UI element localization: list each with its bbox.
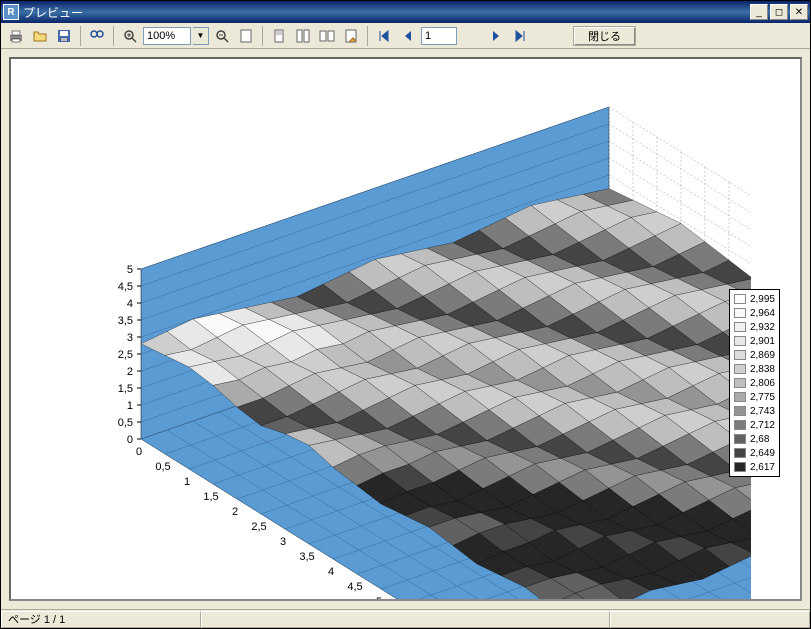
legend-label: 2,743: [750, 406, 775, 417]
svg-text:1,5: 1,5: [118, 383, 133, 395]
next-page-icon[interactable]: [485, 25, 507, 47]
content-area: 0 0,5 1 1,5 2 2,5 3 3,5 4 4,5 5 0 0,5 1 1,5 2 2,5 3 3,5 4 4,…: [1, 49, 810, 609]
legend-row: 2,901: [732, 334, 777, 348]
last-page-icon[interactable]: [509, 25, 531, 47]
legend-row: 2,838: [732, 362, 777, 376]
maximize-button[interactable]: ◻: [770, 4, 788, 20]
save-icon[interactable]: [53, 25, 75, 47]
find-icon[interactable]: [86, 25, 108, 47]
status-empty-1: [201, 611, 610, 628]
close-button[interactable]: 閉じる: [573, 26, 636, 46]
svg-text:2: 2: [127, 366, 133, 378]
page-input[interactable]: [421, 27, 457, 45]
legend-label: 2,68: [750, 434, 769, 445]
legend-label: 2,712: [750, 420, 775, 431]
legend-label: 2,775: [750, 392, 775, 403]
legend-swatch: [734, 350, 746, 360]
svg-text:5: 5: [127, 264, 133, 276]
svg-text:3,5: 3,5: [118, 315, 133, 327]
page-multi-icon[interactable]: [292, 25, 314, 47]
titlebar: R プレビュー _ ◻ ✕: [1, 1, 810, 23]
svg-text:1: 1: [184, 476, 190, 488]
svg-text:3: 3: [280, 536, 286, 548]
legend-row: 2,712: [732, 418, 777, 432]
legend-label: 2,901: [750, 336, 775, 347]
svg-text:0: 0: [127, 434, 133, 446]
zoom-input[interactable]: [143, 27, 191, 45]
legend-swatch: [734, 406, 746, 416]
legend-swatch: [734, 294, 746, 304]
fullpage-icon[interactable]: [235, 25, 257, 47]
svg-text:5: 5: [376, 596, 382, 599]
legend-swatch: [734, 420, 746, 430]
svg-text:1,5: 1,5: [203, 491, 218, 503]
legend-row: 2,932: [732, 320, 777, 334]
page-panel: 0 0,5 1 1,5 2 2,5 3 3,5 4 4,5 5 0 0,5 1 1,5 2 2,5 3 3,5 4 4,…: [9, 57, 802, 601]
page-facing-icon[interactable]: [316, 25, 338, 47]
legend-swatch: [734, 392, 746, 402]
svg-text:1: 1: [127, 400, 133, 412]
legend-row: 2,964: [732, 306, 777, 320]
svg-text:0,5: 0,5: [155, 461, 170, 473]
zoom-in-icon[interactable]: [119, 25, 141, 47]
legend-label: 2,649: [750, 448, 775, 459]
zoom-out-icon[interactable]: [211, 25, 233, 47]
status-empty-2: [610, 611, 810, 628]
svg-text:2,5: 2,5: [118, 349, 133, 361]
svg-text:3: 3: [127, 332, 133, 344]
edit-icon[interactable]: [340, 25, 362, 47]
legend-label: 2,617: [750, 462, 775, 473]
legend-label: 2,995: [750, 294, 775, 305]
legend-swatch: [734, 448, 746, 458]
first-page-icon[interactable]: [373, 25, 395, 47]
svg-text:2,5: 2,5: [251, 521, 266, 533]
svg-text:2: 2: [232, 506, 238, 518]
legend: 2,995 2,964 2,932 2,901 2,869 2,838 2,806 2,775…: [729, 289, 780, 477]
legend-row: 2,806: [732, 376, 777, 390]
legend-label: 2,838: [750, 364, 775, 375]
legend-row: 2,775: [732, 390, 777, 404]
zoom-dropdown-icon[interactable]: ▼: [193, 27, 209, 45]
legend-row: 2,743: [732, 404, 777, 418]
status-page-label: ページ 1 / 1: [1, 611, 201, 628]
legend-row: 2,649: [732, 446, 777, 460]
window-title: プレビュー: [23, 4, 83, 21]
legend-swatch: [734, 434, 746, 444]
legend-row: 2,869: [732, 348, 777, 362]
surface-chart: 0 0,5 1 1,5 2 2,5 3 3,5 4 4,5 5 0 0,5 1 1,5 2 2,5 3 3,5 4 4,…: [51, 79, 751, 599]
svg-text:3,5: 3,5: [299, 551, 314, 563]
app-icon: R: [3, 4, 19, 20]
close-window-button[interactable]: ✕: [790, 4, 808, 20]
legend-label: 2,806: [750, 378, 775, 389]
svg-text:0,5: 0,5: [118, 417, 133, 429]
prev-page-icon[interactable]: [397, 25, 419, 47]
legend-row: 2,68: [732, 432, 777, 446]
legend-row: 2,995: [732, 292, 777, 306]
legend-swatch: [734, 322, 746, 332]
svg-text:4,5: 4,5: [118, 281, 133, 293]
statusbar: ページ 1 / 1: [1, 609, 810, 628]
open-icon[interactable]: [29, 25, 51, 47]
legend-label: 2,932: [750, 322, 775, 333]
svg-text:4: 4: [127, 298, 133, 310]
svg-text:0: 0: [136, 446, 142, 458]
legend-swatch: [734, 364, 746, 374]
minimize-button[interactable]: _: [750, 4, 768, 20]
page-single-icon[interactable]: [268, 25, 290, 47]
svg-text:4,5: 4,5: [347, 581, 362, 593]
legend-swatch: [734, 308, 746, 318]
svg-text:4: 4: [328, 566, 334, 578]
legend-row: 2,617: [732, 460, 777, 474]
toolbar: ▼ 閉じる: [1, 23, 810, 49]
print-icon[interactable]: [5, 25, 27, 47]
legend-label: 2,964: [750, 308, 775, 319]
legend-swatch: [734, 378, 746, 388]
legend-swatch: [734, 462, 746, 472]
legend-label: 2,869: [750, 350, 775, 361]
legend-swatch: [734, 336, 746, 346]
